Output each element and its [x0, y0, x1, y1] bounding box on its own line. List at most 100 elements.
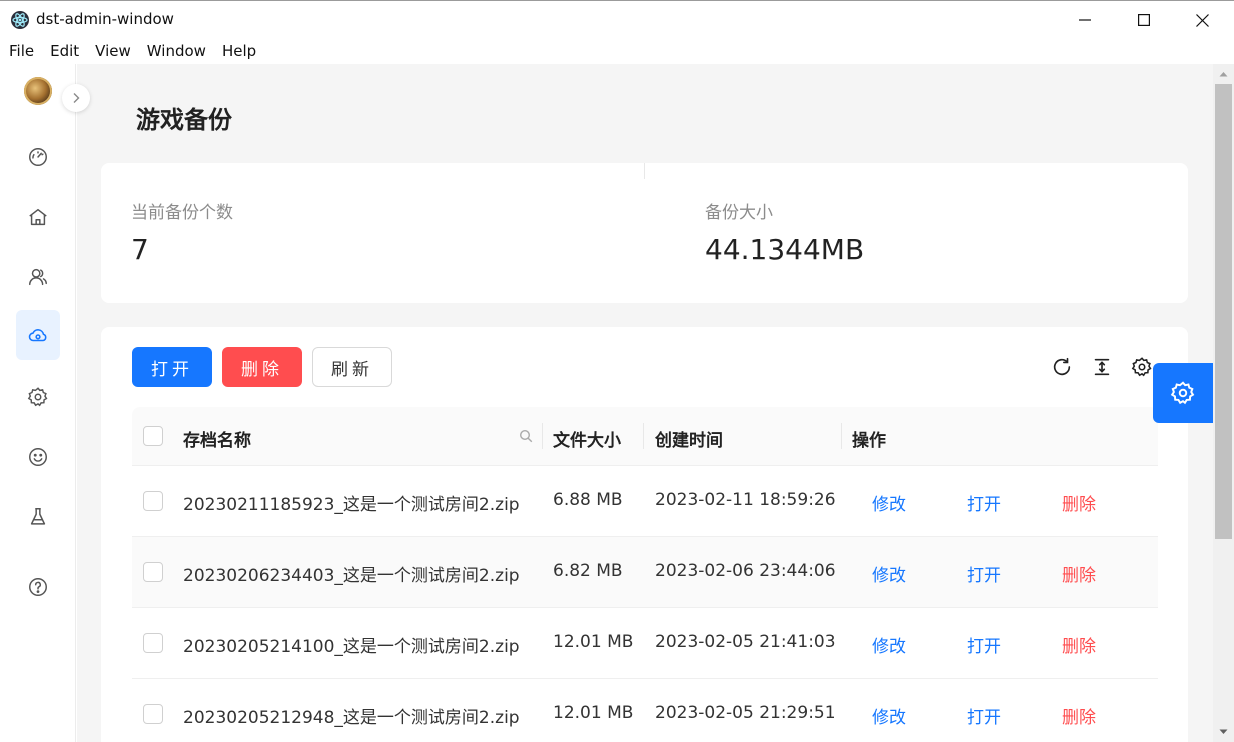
row-created: 2023-02-05 21:41:03: [655, 632, 836, 652]
column-separator: [542, 423, 543, 449]
column-separator: [841, 423, 842, 449]
close-icon: [1195, 13, 1209, 27]
row-open-link[interactable]: 打开: [967, 561, 1001, 586]
density-icon[interactable]: [1090, 355, 1114, 379]
row-created: 2023-02-05 21:29:51: [655, 703, 836, 723]
row-created: 2023-02-11 18:59:26: [655, 490, 836, 510]
menu-bar: File Edit View Window Help: [0, 38, 1234, 64]
users-icon: [29, 268, 47, 286]
table-row: 20230206234403_这是一个测试房间2.zip 6.82 MB 202…: [132, 537, 1158, 608]
refresh-button[interactable]: 刷新: [312, 347, 392, 387]
delete-button[interactable]: 删除: [222, 347, 302, 387]
cloud-icon: [28, 329, 47, 342]
menu-view[interactable]: View: [87, 42, 139, 60]
row-open-link[interactable]: 打开: [967, 703, 1001, 728]
row-checkbox[interactable]: [143, 562, 163, 582]
backup-size-label: 备份大小: [705, 203, 773, 223]
stats-divider: [644, 163, 645, 179]
gauge-icon: [29, 148, 47, 166]
vertical-scrollbar[interactable]: [1213, 64, 1234, 742]
sidebar-item-settings[interactable]: [16, 372, 60, 422]
column-settings-icon[interactable]: [1130, 355, 1154, 379]
scroll-up-button[interactable]: [1213, 64, 1234, 84]
backup-size-value: 44.1344MB: [705, 233, 865, 266]
row-name: 20230205212948_这是一个测试房间2.zip: [183, 708, 520, 728]
table-header: 存档名称 文件大小 创建时间 操作: [132, 407, 1158, 466]
row-checkbox[interactable]: [143, 704, 163, 724]
home-icon: [29, 208, 47, 226]
gear-icon: [27, 387, 48, 407]
scroll-thumb[interactable]: [1215, 84, 1232, 539]
flask-icon: [30, 508, 46, 525]
sidebar-item-lab[interactable]: [16, 492, 60, 542]
select-all-checkbox[interactable]: [143, 426, 163, 446]
backup-table-card: 打开 删除 刷新 存档名称 文件大小 创建时间 操作 2023021118592…: [101, 327, 1188, 742]
chevron-down-icon: [1219, 729, 1228, 734]
menu-window[interactable]: Window: [139, 42, 214, 60]
menu-help[interactable]: Help: [214, 42, 264, 60]
backup-count-label: 当前备份个数: [131, 203, 233, 223]
sidebar-expand-button[interactable]: [62, 84, 90, 112]
sidebar-item-players[interactable]: [16, 252, 60, 302]
column-header-actions: 操作: [852, 431, 886, 451]
main-content: 游戏备份 当前备份个数 7 备份大小 44.1344MB 打开 删除 刷新 存档…: [77, 64, 1213, 742]
stats-card: 当前备份个数 7 备份大小 44.1344MB: [101, 163, 1188, 303]
row-checkbox[interactable]: [143, 491, 163, 511]
minimize-icon: [1079, 19, 1091, 21]
row-name: 20230211185923_这是一个测试房间2.zip: [183, 495, 520, 515]
backup-count-value: 7: [131, 233, 149, 266]
reload-icon[interactable]: [1050, 355, 1074, 379]
row-open-link[interactable]: 打开: [967, 490, 1001, 515]
row-delete-link[interactable]: 删除: [1062, 561, 1096, 586]
column-header-name: 存档名称: [183, 431, 251, 451]
minimize-button[interactable]: [1056, 1, 1114, 39]
row-name: 20230206234403_这是一个测试房间2.zip: [183, 566, 520, 586]
row-delete-link[interactable]: 删除: [1062, 632, 1096, 657]
column-separator: [643, 423, 644, 449]
menu-file[interactable]: File: [1, 42, 42, 60]
sidebar-item-help[interactable]: [16, 562, 60, 612]
app-icon: [11, 11, 29, 29]
floating-settings-button[interactable]: [1153, 363, 1213, 423]
row-created: 2023-02-06 23:44:06: [655, 561, 836, 581]
row-edit-link[interactable]: 修改: [872, 703, 906, 728]
menu-edit[interactable]: Edit: [42, 42, 87, 60]
gear-icon: [1170, 381, 1195, 405]
page-title: 游戏备份: [136, 106, 232, 134]
sidebar-item-home[interactable]: [16, 192, 60, 242]
chevron-up-icon: [1219, 72, 1228, 77]
avatar[interactable]: [24, 77, 52, 105]
row-checkbox[interactable]: [143, 633, 163, 653]
sidebar-item-dashboard[interactable]: [16, 132, 60, 182]
search-icon[interactable]: [519, 429, 533, 443]
close-button[interactable]: [1173, 1, 1231, 39]
open-button[interactable]: 打开: [132, 347, 212, 387]
row-edit-link[interactable]: 修改: [872, 632, 906, 657]
row-size: 12.01 MB: [553, 632, 634, 652]
table-row: 20230205214100_这是一个测试房间2.zip 12.01 MB 20…: [132, 608, 1158, 679]
maximize-button[interactable]: [1115, 1, 1173, 39]
row-name: 20230205214100_这是一个测试房间2.zip: [183, 637, 520, 657]
row-delete-link[interactable]: 删除: [1062, 703, 1096, 728]
row-open-link[interactable]: 打开: [967, 632, 1001, 657]
window-title: dst-admin-window: [36, 10, 174, 28]
sidebar: [0, 64, 76, 742]
row-size: 12.01 MB: [553, 703, 634, 723]
title-bar: dst-admin-window: [0, 0, 1234, 38]
row-size: 6.88 MB: [553, 490, 623, 510]
row-size: 6.82 MB: [553, 561, 623, 581]
maximize-icon: [1138, 14, 1150, 26]
column-header-created: 创建时间: [655, 431, 723, 451]
row-edit-link[interactable]: 修改: [872, 490, 906, 515]
row-delete-link[interactable]: 删除: [1062, 490, 1096, 515]
smile-icon: [29, 448, 47, 466]
sidebar-item-backup[interactable]: [16, 310, 60, 360]
column-header-size: 文件大小: [553, 431, 621, 451]
table-row: 20230211185923_这是一个测试房间2.zip 6.88 MB 202…: [132, 466, 1158, 537]
help-icon: [29, 578, 47, 596]
row-edit-link[interactable]: 修改: [872, 561, 906, 586]
scroll-down-button[interactable]: [1213, 722, 1234, 742]
chevron-right-icon: [73, 93, 80, 103]
table-row: 20230205212948_这是一个测试房间2.zip 12.01 MB 20…: [132, 679, 1158, 742]
sidebar-item-mods[interactable]: [16, 432, 60, 482]
